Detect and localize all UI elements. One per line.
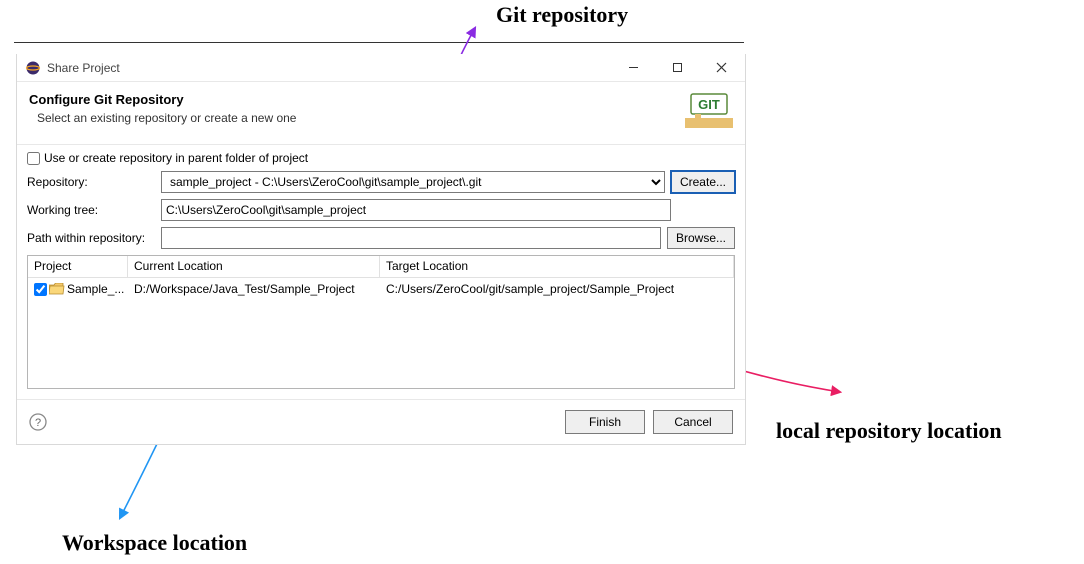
annotation-local-repo-location: local repository location: [776, 418, 1002, 444]
path-within-label: Path within repository:: [27, 231, 155, 245]
window-title: Share Project: [47, 61, 611, 75]
parent-folder-checkbox-label: Use or create repository in parent folde…: [44, 151, 308, 165]
project-name: Sample_...: [67, 282, 124, 296]
create-button[interactable]: Create...: [671, 171, 735, 193]
col-header-target-location[interactable]: Target Location: [380, 256, 734, 277]
eclipse-icon: [25, 60, 41, 76]
working-tree-field[interactable]: [161, 199, 671, 221]
annotation-git-repository: Git repository: [496, 2, 628, 28]
parent-folder-checkbox[interactable]: [27, 152, 40, 165]
titlebar: Share Project: [17, 54, 745, 82]
target-location-cell: C:/Users/ZeroCool/git/sample_project/Sam…: [380, 280, 734, 298]
svg-text:?: ?: [35, 417, 41, 429]
project-row-checkbox[interactable]: [34, 283, 47, 296]
current-location-cell: D:/Workspace/Java_Test/Sample_Project: [128, 280, 380, 298]
top-divider: [14, 42, 744, 43]
annotation-workspace-location: Workspace location: [62, 530, 247, 556]
projects-table: Project Current Location Target Location…: [27, 255, 735, 389]
button-bar: ? Finish Cancel: [17, 399, 745, 444]
svg-text:GIT: GIT: [698, 97, 720, 112]
close-button[interactable]: [699, 55, 743, 81]
dialog-header: Configure Git Repository Select an exist…: [17, 82, 745, 145]
help-icon[interactable]: ?: [29, 413, 47, 431]
dialog-body: Use or create repository in parent folde…: [17, 145, 745, 399]
minimize-button[interactable]: [611, 55, 655, 81]
git-logo-icon: GIT: [685, 92, 733, 132]
table-row[interactable]: Sample_... D:/Workspace/Java_Test/Sample…: [28, 278, 734, 300]
working-tree-label: Working tree:: [27, 203, 155, 217]
browse-button[interactable]: Browse...: [667, 227, 735, 249]
path-within-field[interactable]: [161, 227, 661, 249]
finish-button[interactable]: Finish: [565, 410, 645, 434]
cancel-button[interactable]: Cancel: [653, 410, 733, 434]
page-title: Configure Git Repository: [29, 92, 685, 107]
col-header-current-location[interactable]: Current Location: [128, 256, 380, 277]
repository-select[interactable]: sample_project - C:\Users\ZeroCool\git\s…: [161, 171, 665, 193]
col-header-project[interactable]: Project: [28, 256, 128, 277]
maximize-button[interactable]: [655, 55, 699, 81]
folder-icon: [49, 283, 65, 295]
share-project-dialog: Share Project Configure Git Repository S…: [16, 54, 746, 445]
page-subtitle: Select an existing repository or create …: [37, 111, 685, 125]
repository-label: Repository:: [27, 175, 155, 189]
